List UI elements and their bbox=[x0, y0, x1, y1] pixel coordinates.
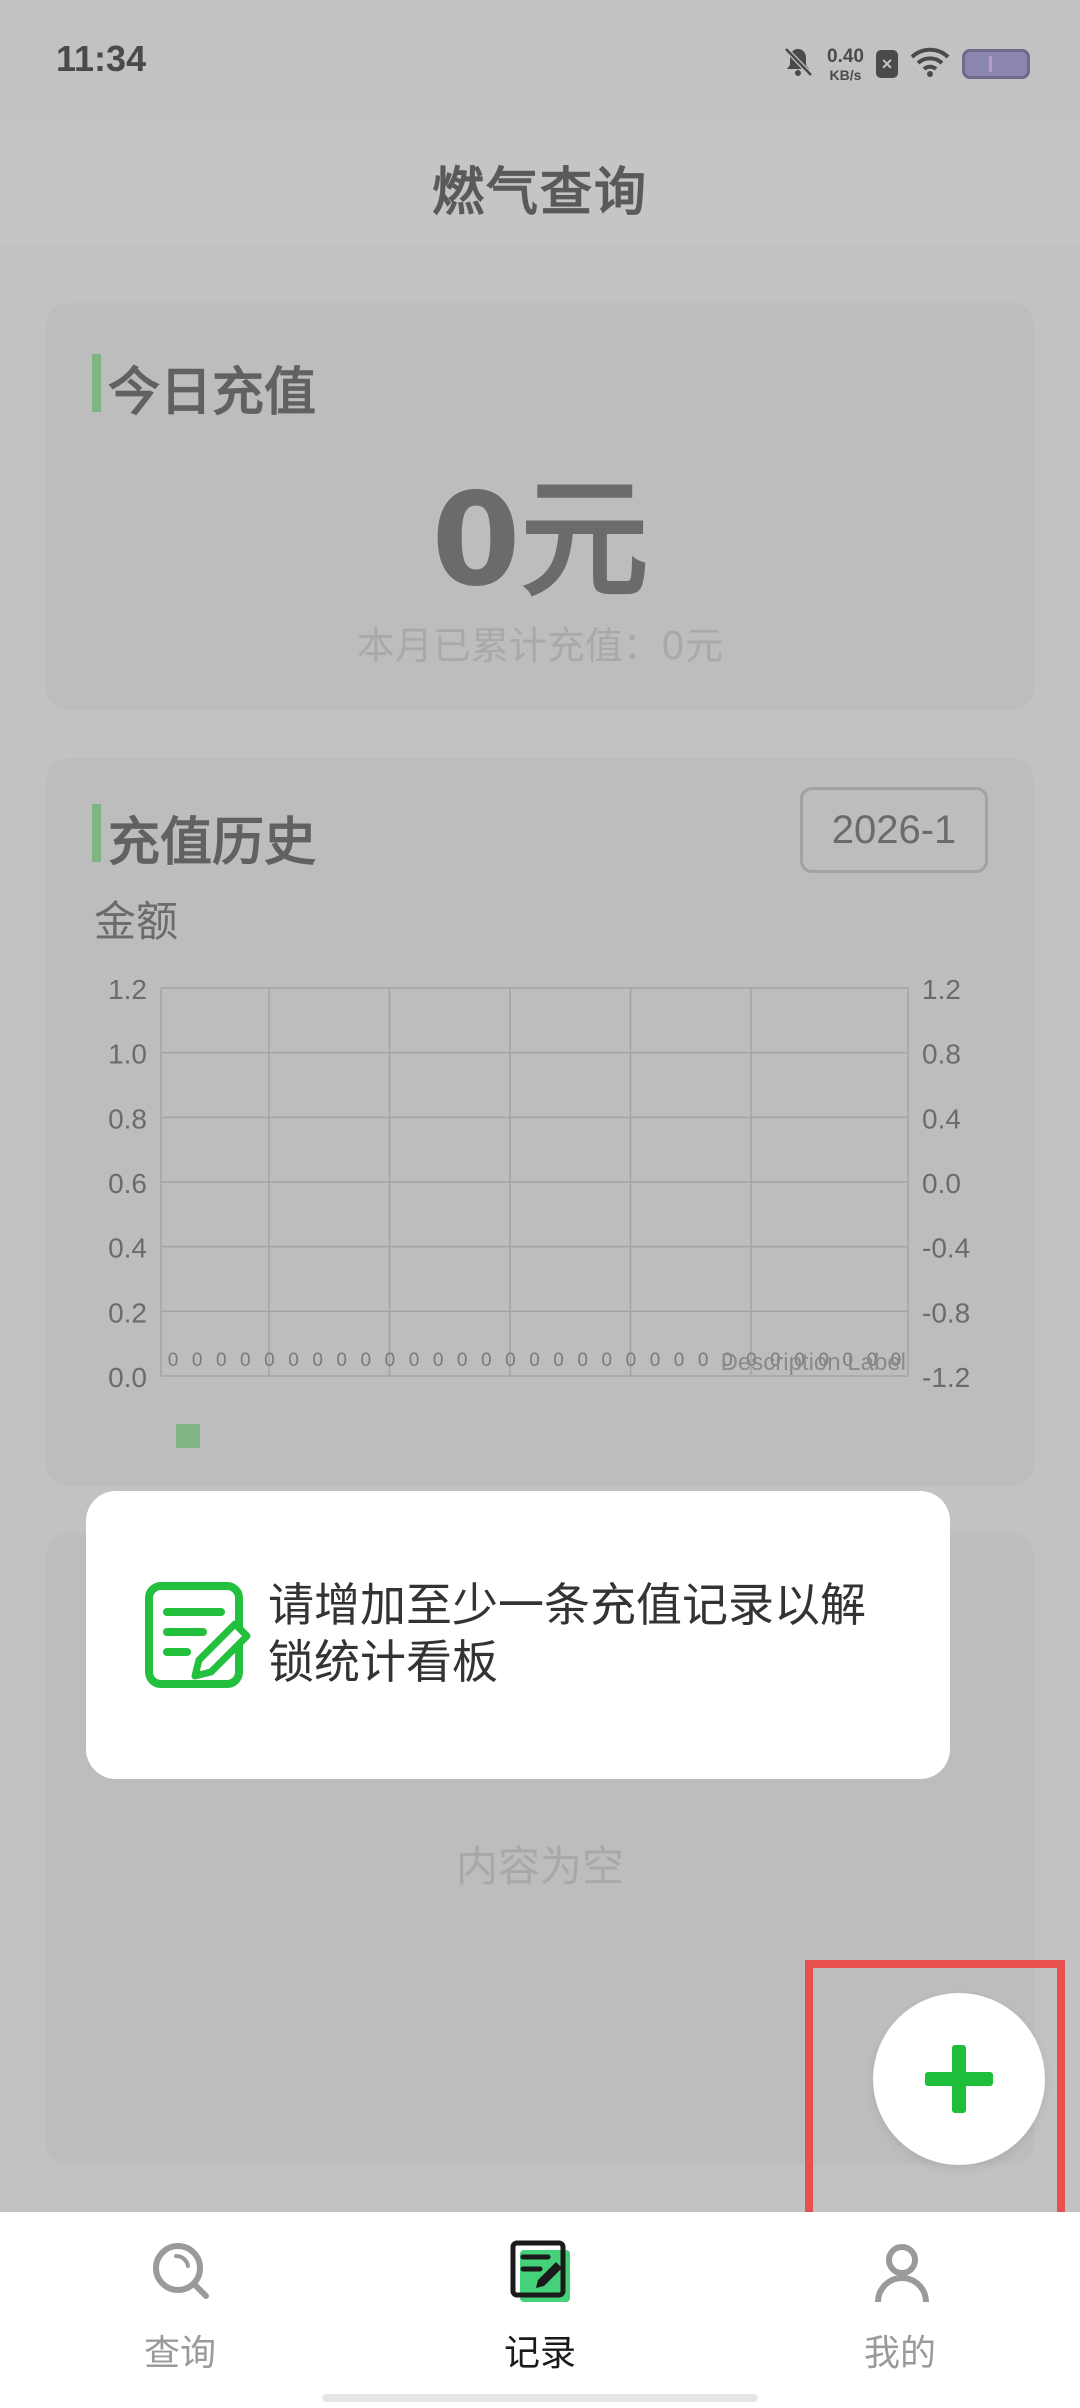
nav-label-record: 记录 bbox=[503, 2333, 576, 2374]
bar-value-label: 0 bbox=[409, 1350, 420, 1371]
add-record-button[interactable] bbox=[873, 1993, 1045, 2165]
bar-value-label: 0 bbox=[698, 1350, 709, 1371]
y-tick-left: 0.6 bbox=[108, 1168, 147, 1199]
y-tick-left: 0.4 bbox=[108, 1233, 147, 1264]
nav-item-mine[interactable]: 我的 bbox=[720, 2212, 1080, 2408]
bar-value-label: 0 bbox=[168, 1350, 179, 1371]
wifi-icon bbox=[910, 46, 950, 82]
y-tick-left: 1.0 bbox=[108, 1039, 147, 1070]
nav-label-mine: 我的 bbox=[863, 2333, 936, 2374]
bar-value-label: 0 bbox=[626, 1350, 637, 1371]
bar-value-label: 0 bbox=[457, 1350, 468, 1371]
y-tick-left: 1.2 bbox=[108, 974, 147, 1005]
bar-value-label: 0 bbox=[264, 1350, 275, 1371]
bar-value-label: 0 bbox=[674, 1350, 685, 1371]
y-tick-left: 0.2 bbox=[108, 1297, 147, 1328]
bar-value-label: 0 bbox=[481, 1350, 492, 1371]
today-title: 今日充值 bbox=[92, 350, 316, 425]
bar-value-label: 0 bbox=[553, 1350, 564, 1371]
plus-icon bbox=[925, 2045, 993, 2113]
bar-value-label: 0 bbox=[529, 1350, 540, 1371]
bar-value-label: 0 bbox=[433, 1350, 444, 1371]
y-tick-left: 0.8 bbox=[108, 1103, 147, 1134]
nav-item-query[interactable]: 查询 bbox=[0, 2212, 360, 2408]
toast: 请增加至少一条充值记录以解锁统计看板 bbox=[86, 1491, 950, 1779]
status-bar: 11:34 0.40 KB/s × bbox=[0, 0, 1080, 120]
bar-value-label: 0 bbox=[312, 1350, 323, 1371]
bar-value-label: 0 bbox=[650, 1350, 661, 1371]
bar-value-label: 0 bbox=[240, 1350, 251, 1371]
bar-value-label: 0 bbox=[577, 1350, 588, 1371]
bell-off-icon bbox=[781, 45, 815, 83]
y-tick-right: -0.8 bbox=[922, 1297, 970, 1328]
nav-label-query: 查询 bbox=[143, 2333, 216, 2374]
battery-icon bbox=[962, 49, 1030, 79]
chart-description-label: Description Label bbox=[721, 1349, 906, 1376]
status-time: 11:34 bbox=[56, 38, 147, 79]
record-icon bbox=[510, 2240, 570, 2302]
y-tick-right: 0.8 bbox=[922, 1039, 961, 1070]
page-title: 燃气查询 bbox=[431, 163, 648, 223]
history-chart: 1.2 1.0 0.8 0.6 0.4 0.2 0.0 1.2 0.8 0.4 0.0 -0.4 -0.… bbox=[108, 974, 970, 1448]
status-icons: 0.40 KB/s × bbox=[781, 40, 1030, 88]
sim-blocked-icon: × bbox=[876, 50, 898, 78]
bar-value-label: 0 bbox=[216, 1350, 227, 1371]
net-speed-unit: KB/s bbox=[829, 66, 862, 83]
note-edit-icon bbox=[145, 1582, 251, 1688]
y-tick-right: 1.2 bbox=[922, 974, 961, 1005]
bottom-nav: 查询 记录 我的 bbox=[0, 2212, 1080, 2408]
y-tick-right: -0.4 bbox=[922, 1233, 970, 1264]
network-speed-icon: 0.40 KB/s bbox=[827, 47, 864, 82]
y-tick-right: -1.2 bbox=[922, 1362, 970, 1393]
nav-item-record[interactable]: 记录 bbox=[360, 2212, 720, 2408]
home-indicator bbox=[322, 2394, 758, 2402]
bar-value-label: 0 bbox=[192, 1350, 203, 1371]
bar-value-label: 0 bbox=[336, 1350, 347, 1371]
today-card: 今日充值 0元 本月已累计充值：0元 bbox=[46, 303, 1034, 710]
toast-message: 请增加至少一条充值记录以解锁统计看板 bbox=[268, 1578, 866, 1689]
net-speed-value: 0.40 bbox=[827, 45, 864, 67]
bar-value-label: 0 bbox=[505, 1350, 516, 1371]
search-icon bbox=[153, 2243, 209, 2299]
bar-value-label: 0 bbox=[361, 1350, 372, 1371]
today-amount: 0元 bbox=[431, 466, 649, 615]
empty-text: 内容为空 bbox=[455, 1842, 624, 1891]
y-tick-left: 0.0 bbox=[108, 1362, 147, 1393]
user-icon bbox=[875, 2244, 929, 2303]
month-total: 本月已累计充值：0元 bbox=[356, 624, 724, 668]
y-tick-right: 0.0 bbox=[922, 1168, 961, 1199]
bar-value-label: 0 bbox=[602, 1350, 613, 1371]
bar-value-label: 0 bbox=[385, 1350, 396, 1371]
y-tick-right: 0.4 bbox=[922, 1103, 961, 1134]
chart-legend-swatch bbox=[176, 1424, 200, 1448]
bar-value-label: 0 bbox=[288, 1350, 299, 1371]
history-card: 充值历史 2026-1 金额 1.2 1.0 0.8 0.6 0.4 0.2 0.0 1.2 0… bbox=[46, 758, 1034, 1486]
